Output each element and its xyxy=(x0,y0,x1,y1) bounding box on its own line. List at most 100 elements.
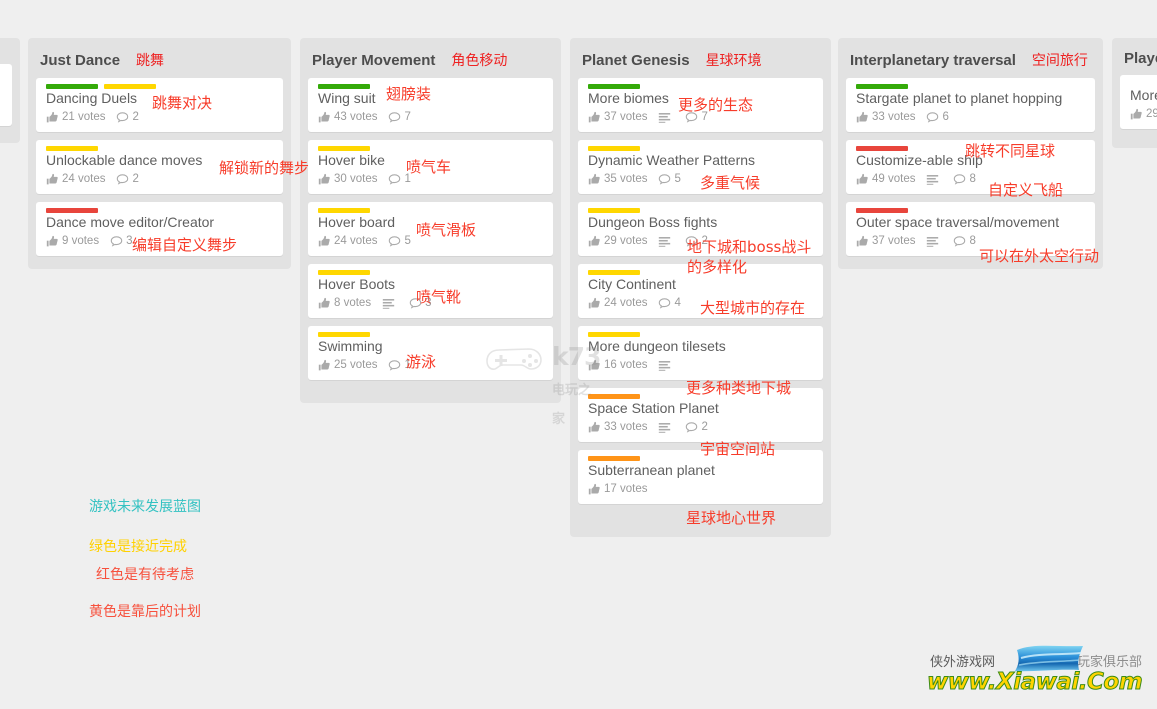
thumbs-up-icon xyxy=(588,421,600,433)
thumbs-up-icon xyxy=(318,297,330,309)
watermark-site-name: 侠外游戏网 xyxy=(930,655,996,670)
comment-icon xyxy=(659,298,671,309)
label-bar-yellow[interactable] xyxy=(588,146,640,151)
comments-count: 5 xyxy=(674,173,681,185)
annotation-unlockable: 解锁新的舞步 xyxy=(219,159,310,177)
card-title: Swimming xyxy=(318,338,383,354)
card-label-bars xyxy=(1120,75,1157,85)
board-column-right-partial[interactable]: Playe More 29 xyxy=(1112,38,1157,148)
label-bar-yellow[interactable] xyxy=(46,146,98,151)
watermark-url: www.Xiawai.Com xyxy=(926,669,1143,696)
watermark-bottom-right: 侠外游戏网 玩家俱乐部 www.Xiawai.Com xyxy=(925,645,1150,700)
card-meta: 33 votes 2 xyxy=(578,416,823,434)
votes-count: 16 votes xyxy=(604,359,648,371)
votes-badge: 30 votes xyxy=(318,173,377,186)
votes-count: 24 votes xyxy=(62,173,106,185)
card-meta: 33 votes 6 xyxy=(846,106,1095,124)
comments-badge: 7 xyxy=(388,111,411,124)
description-icon xyxy=(927,237,939,247)
label-bar-yellow[interactable] xyxy=(104,84,156,89)
legend-yellow-note: 黄色是靠后的计划 xyxy=(89,604,201,620)
card-stargate-hopping[interactable]: Stargate planet to planet hopping 33 vot… xyxy=(846,78,1095,132)
votes-count: 30 votes xyxy=(334,173,378,185)
thumbs-up-icon xyxy=(856,173,868,185)
votes-badge: 9 votes xyxy=(46,235,99,248)
label-bar-yellow[interactable] xyxy=(318,332,370,337)
description-icon xyxy=(927,175,939,185)
card-label-bars xyxy=(578,78,823,89)
annotation-wing-suit: 翅膀装 xyxy=(386,85,432,103)
thumbs-up-icon xyxy=(46,173,58,185)
annotation-hover-board: 喷气滑板 xyxy=(416,221,477,239)
label-bar-orange[interactable] xyxy=(588,394,640,399)
card-title: Stargate planet to planet hopping xyxy=(856,90,1063,106)
column-title: Playe xyxy=(1124,50,1157,67)
description-icon xyxy=(659,361,671,371)
description-badge xyxy=(926,174,942,185)
description-icon xyxy=(659,237,671,247)
label-bar-yellow[interactable] xyxy=(318,146,370,151)
votes-count: 29 xyxy=(1146,108,1157,120)
comments-count: 2 xyxy=(701,421,708,433)
label-bar-yellow[interactable] xyxy=(588,208,640,213)
thumbs-up-icon xyxy=(46,235,58,247)
label-bar-red[interactable] xyxy=(856,208,908,213)
label-bar-yellow[interactable] xyxy=(588,332,640,337)
card-label-bars xyxy=(846,78,1095,89)
card-more-partial[interactable]: More 29 xyxy=(1120,75,1157,129)
card-subterranean-planet[interactable]: Subterranean planet 17 votes xyxy=(578,450,823,504)
votes-count: 25 votes xyxy=(334,359,378,371)
label-bar-yellow[interactable] xyxy=(318,270,370,275)
votes-badge: 37 votes xyxy=(588,111,647,124)
thumbs-up-icon xyxy=(588,173,600,185)
comments-badge: 5 xyxy=(388,235,411,248)
label-bar-green[interactable] xyxy=(856,84,908,89)
label-bar-green[interactable] xyxy=(588,84,640,89)
annotation-custom-ship: 自定义飞船 xyxy=(988,181,1064,199)
thumbs-up-icon xyxy=(318,235,330,247)
card-label-bars xyxy=(578,326,823,337)
label-bar-orange[interactable] xyxy=(588,456,640,461)
comments-count: 8 xyxy=(969,173,976,185)
label-bar-yellow[interactable] xyxy=(318,208,370,213)
annotation-weather: 多重气候 xyxy=(700,174,761,192)
thumbs-up-icon xyxy=(46,111,58,123)
card-title: Outer space traversal/movement xyxy=(856,214,1060,230)
board-column-left-partial[interactable] xyxy=(0,38,20,143)
annotation-more-biomes: 更多的生态 xyxy=(678,96,754,114)
thumbs-up-icon xyxy=(856,235,868,247)
annotation-hover-boots: 喷气靴 xyxy=(416,288,462,306)
description-badge xyxy=(926,236,942,247)
card-label-bars xyxy=(308,326,553,337)
column-title-translation: 星球环境 xyxy=(705,52,762,68)
card-meta: 43 votes 7 xyxy=(308,106,553,124)
card[interactable] xyxy=(0,64,12,126)
thumbs-up-icon xyxy=(588,359,600,371)
annotation-hover-bike: 喷气车 xyxy=(406,158,452,176)
description-icon xyxy=(659,113,671,123)
votes-badge: 49 votes xyxy=(856,173,915,186)
comment-icon xyxy=(659,174,671,185)
label-bar-red[interactable] xyxy=(46,208,98,213)
column-title: Interplanetary traversal xyxy=(850,52,1016,69)
votes-badge: 29 xyxy=(1130,108,1157,121)
comments-badge: 2 xyxy=(685,421,708,434)
comment-icon xyxy=(686,422,698,433)
board-column-just-dance[interactable]: Just Dance 跳舞 Dancing Duels 21 votes 2 U… xyxy=(28,38,291,269)
thumbs-up-icon xyxy=(318,359,330,371)
card-title: Subterranean planet xyxy=(588,462,715,478)
label-bar-yellow[interactable] xyxy=(588,270,640,275)
card-more-dungeon-tilesets[interactable]: More dungeon tilesets 16 votes xyxy=(578,326,823,380)
label-bar-green[interactable] xyxy=(46,84,98,89)
card-label-bars xyxy=(36,78,283,89)
column-title: Planet Genesis xyxy=(582,52,690,69)
label-bar-red[interactable] xyxy=(856,146,908,151)
card-label-bars xyxy=(578,202,823,213)
column-title-translation: 角色移动 xyxy=(451,52,508,68)
legend-green-note: 绿色是接近完成 xyxy=(89,539,187,555)
votes-badge: 35 votes xyxy=(588,173,647,186)
votes-count: 37 votes xyxy=(604,111,648,123)
label-bar-green[interactable] xyxy=(318,84,370,89)
card-title: Dance move editor/Creator xyxy=(46,214,215,230)
votes-badge: 29 votes xyxy=(588,235,647,248)
